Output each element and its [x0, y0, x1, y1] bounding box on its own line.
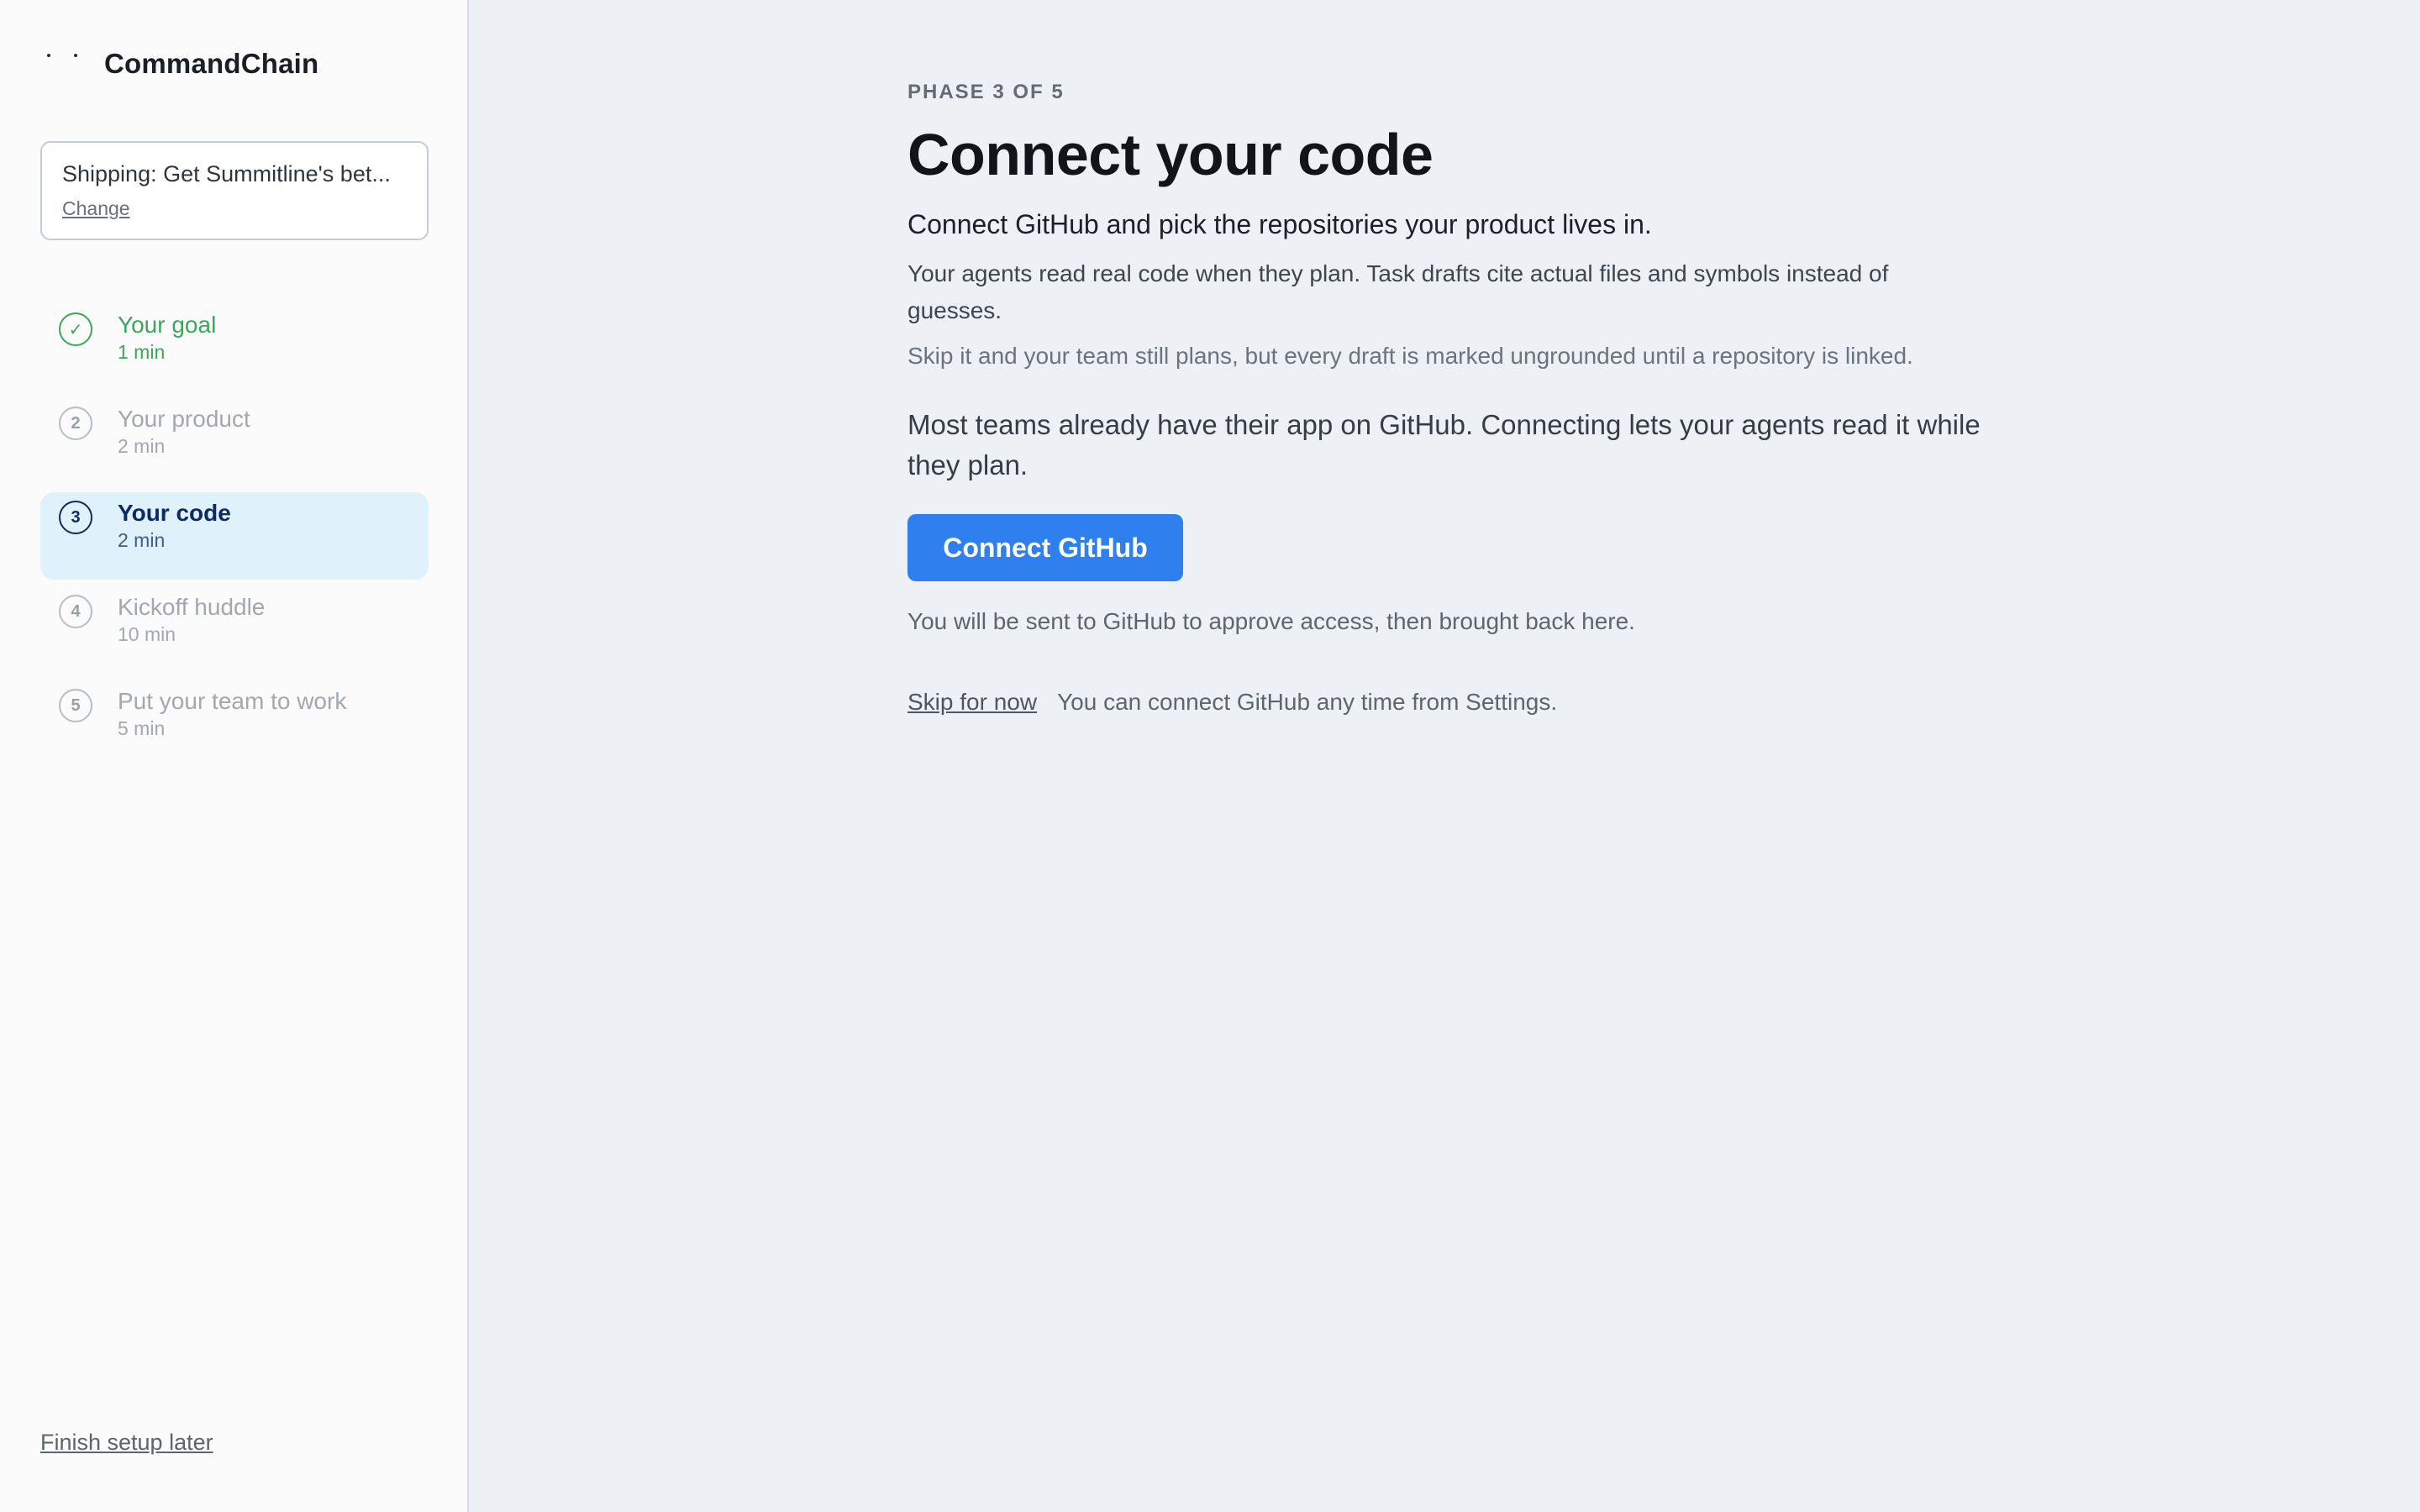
step-your-product[interactable]: 2 Your product 2 min: [40, 398, 429, 486]
step-label: Your code: [118, 500, 231, 526]
redirect-note: You will be sent to GitHub to approve ac…: [908, 608, 1635, 634]
step-duration: 2 min: [118, 435, 166, 457]
checkmark-icon: ✓: [59, 312, 92, 346]
page-subtitle: Connect GitHub and pick the repositories…: [908, 209, 1652, 239]
page-title: Connect your code: [908, 122, 1434, 187]
goal-summary-text: Shipping: Get Summitline's bet...: [62, 161, 391, 186]
skip-consequence-note: Skip it and your team still plans, but e…: [908, 343, 1913, 369]
step-number-badge: 2: [59, 407, 92, 440]
brand: CommandChain: [40, 44, 318, 84]
setup-steps: ✓ Your goal 1 min 2 Your product 2 min 3…: [40, 304, 429, 774]
goal-summary-card: Shipping: Get Summitline's bet... Change: [40, 141, 429, 240]
step-label: Put your team to work: [118, 688, 347, 714]
step-label: Your goal: [118, 312, 217, 338]
skip-for-now-link[interactable]: Skip for now: [908, 689, 1037, 716]
step-duration: 1 min: [118, 341, 166, 363]
github-prompt: Most teams already have their app on Git…: [908, 409, 1981, 480]
step-label: Kickoff huddle: [118, 594, 266, 620]
step-your-code[interactable]: 3 Your code 2 min: [40, 492, 429, 580]
change-goal-link[interactable]: Change: [62, 197, 130, 220]
step-duration: 5 min: [118, 717, 166, 739]
step-number-badge: 5: [59, 689, 92, 722]
step-duration: 10 min: [118, 623, 176, 645]
step-put-your-team-to-work[interactable]: 5 Put your team to work 5 min: [40, 680, 429, 768]
app-name: CommandChain: [104, 48, 319, 79]
skip-note: You can connect GitHub any time from Set…: [1057, 689, 1558, 715]
step-label: Your product: [118, 406, 250, 432]
commandchain-logo-icon: [40, 44, 84, 84]
step-kickoff-huddle[interactable]: 4 Kickoff huddle 10 min: [40, 586, 429, 674]
step-number-badge: 3: [59, 501, 92, 534]
step-number-badge: 4: [59, 595, 92, 628]
step-your-goal[interactable]: ✓ Your goal 1 min: [40, 304, 429, 391]
phase-indicator: PHASE 3 OF 5: [908, 81, 1065, 103]
skip-row: Skip for now You can connect GitHub any …: [908, 689, 2000, 716]
benefit-description: Your agents read real code when they pla…: [908, 260, 1889, 323]
finish-setup-later-link[interactable]: Finish setup later: [40, 1430, 213, 1456]
connect-github-button[interactable]: Connect GitHub: [908, 514, 1183, 581]
sidebar: CommandChain Shipping: Get Summitline's …: [0, 0, 469, 1512]
phase-panel: PHASE 3 OF 5 Connect your code Connect G…: [908, 81, 2000, 716]
step-duration: 2 min: [118, 529, 166, 551]
main-content: PHASE 3 OF 5 Connect your code Connect G…: [469, 0, 2420, 1512]
